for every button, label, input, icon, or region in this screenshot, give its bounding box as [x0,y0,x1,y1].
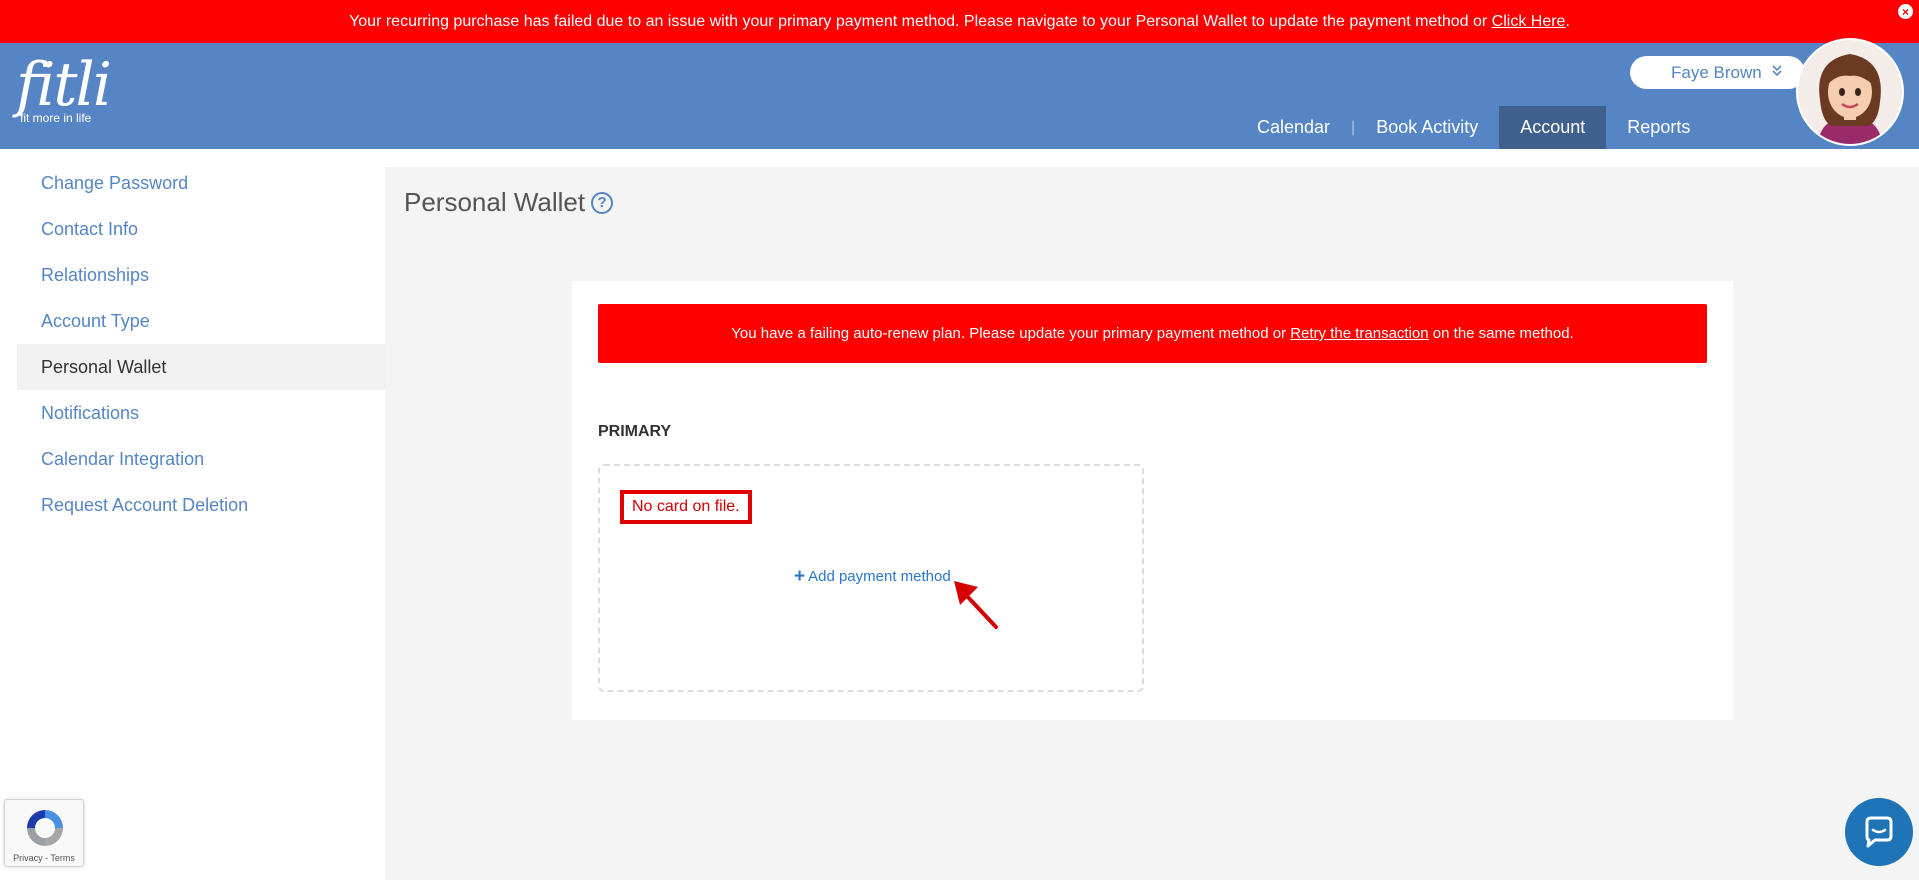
nav-account[interactable]: Account [1499,106,1607,149]
sidebar-item-notifications[interactable]: Notifications [17,390,385,436]
retry-transaction-link[interactable]: Retry the transaction [1290,325,1428,342]
nav-book-activity[interactable]: Book Activity [1355,106,1499,149]
recaptcha-icon [27,810,63,846]
wallet-card: You have a failing auto-renew plan. Plea… [572,281,1733,720]
sidebar-item-relationships[interactable]: Relationships [17,252,385,298]
add-payment-method-label: Add payment method [808,568,951,585]
chat-button[interactable] [1845,798,1913,866]
auto-renew-alert: You have a failing auto-renew plan. Plea… [598,304,1707,363]
page-title: Personal Wallet ? [404,187,614,218]
plus-icon: + [794,566,806,587]
primary-label: PRIMARY [598,423,672,440]
top-alert-message: Your recurring purchase has failed due t… [349,12,1488,30]
top-alert-suffix: . [1565,12,1570,30]
chat-icon [1865,816,1893,848]
sidebar-item-calendar-integration[interactable]: Calendar Integration [17,436,385,482]
page-title-text: Personal Wallet [404,187,586,217]
recaptcha-badge[interactable]: Privacy - Terms [4,799,84,867]
no-card-message: No card on file. [620,490,752,524]
close-icon[interactable]: × [1898,4,1913,19]
arrow-annotation-icon [954,581,998,629]
sidebar-item-contact-info[interactable]: Contact Info [17,206,385,252]
chevron-double-down-icon [1772,65,1782,80]
nav-calendar[interactable]: Calendar [1236,106,1351,149]
sidebar-item-account-type[interactable]: Account Type [17,298,385,344]
auto-renew-alert-suffix: on the same method. [1432,325,1574,342]
help-icon[interactable]: ? [591,191,614,214]
user-menu-button[interactable]: Faye Brown [1630,56,1805,89]
user-name: Faye Brown [1671,62,1762,82]
sidebar-item-change-password[interactable]: Change Password [17,160,385,206]
nav-reports[interactable]: Reports [1606,106,1711,149]
primary-payment-box: No card on file. + Add payment method [598,464,1144,692]
logo-word: fitli [16,50,112,120]
add-payment-method-link[interactable]: + Add payment method [794,567,951,586]
main-content: Personal Wallet ? You have a failing aut… [385,167,1919,880]
recaptcha-links[interactable]: Privacy - Terms [5,853,83,863]
auto-renew-alert-message: You have a failing auto-renew plan. Plea… [731,325,1287,342]
sidebar-item-personal-wallet[interactable]: Personal Wallet [17,344,385,390]
top-alert-banner: Your recurring purchase has failed due t… [0,0,1919,43]
logo[interactable]: fitli fit more in life [16,50,112,125]
avatar[interactable] [1796,38,1904,146]
main-nav: Calendar | Book Activity Account Reports [1236,106,1711,149]
sidebar-item-request-account-deletion[interactable]: Request Account Deletion [17,482,385,528]
click-here-link[interactable]: Click Here [1492,13,1566,31]
app-header: fitli fit more in life Faye Brown Calend… [0,38,1919,149]
account-sidebar: Change Password Contact Info Relationshi… [17,160,385,528]
